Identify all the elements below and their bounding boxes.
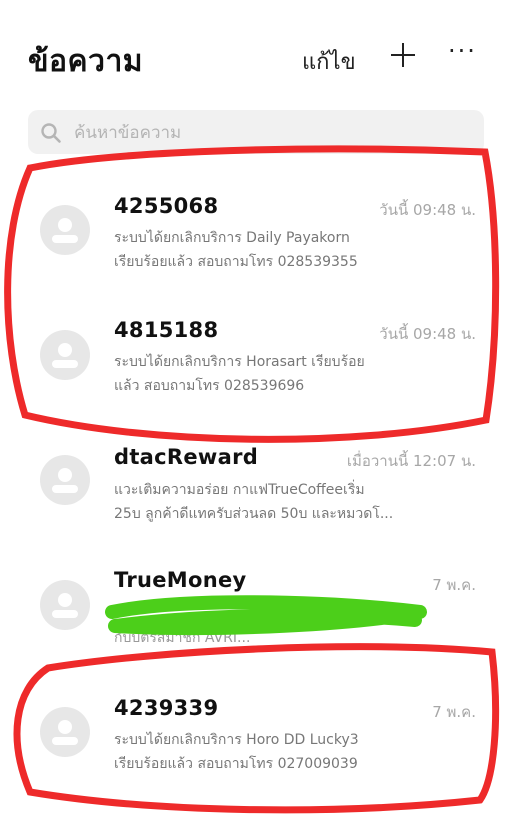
list-item[interactable]: TrueMoney 7 พ.ค. กับบัตรสมาชิก AVRI...: [0, 546, 512, 670]
message-time: วันนี้ 09:48 น.: [379, 201, 476, 219]
person-icon: [52, 468, 78, 493]
message-preview-line: ระบบได้ยกเลิกบริการ Horo DD Lucky3: [114, 732, 359, 748]
edit-button[interactable]: แก้ไข: [302, 44, 356, 79]
list-item[interactable]: dtacReward เมื่อวานนี้ 12:07 น. แวะเติมค…: [0, 420, 512, 544]
avatar: [40, 707, 90, 757]
message-time: 7 พ.ค.: [432, 576, 476, 594]
person-icon: [52, 218, 78, 243]
message-preview-line: ระบบได้ยกเลิกบริการ Horasart เรียบร้อย: [114, 354, 365, 370]
message-preview-line: เรียบร้อยแล้ว สอบถามโทร 028539355: [114, 254, 358, 270]
message-sender: TrueMoney: [114, 568, 247, 592]
more-options-icon[interactable]: ···: [448, 39, 484, 68]
avatar: [40, 330, 90, 380]
message-sender: dtacReward: [114, 445, 259, 469]
list-item[interactable]: 4255068 วันนี้ 09:48 น. ระบบได้ยกเลิกบริ…: [0, 170, 512, 294]
message-sender: 4815188: [114, 318, 219, 342]
person-icon: [52, 343, 78, 368]
message-preview-line: ระบบได้ยกเลิกบริการ Daily Payakorn: [114, 230, 350, 246]
list-item[interactable]: 4239339 7 พ.ค. ระบบได้ยกเลิกบริการ Horo …: [0, 672, 512, 796]
message-time: เมื่อวานนี้ 12:07 น.: [346, 452, 476, 470]
avatar: [40, 580, 90, 630]
search-input[interactable]: [72, 118, 476, 148]
page-title: ข้อความ: [28, 44, 144, 79]
avatar: [40, 205, 90, 255]
person-icon: [52, 593, 78, 618]
search-bar[interactable]: [28, 110, 484, 154]
search-icon: [41, 123, 61, 143]
message-preview-line: กับบัตรสมาชิก AVRI...: [114, 630, 251, 646]
message-sender: 4255068: [114, 194, 219, 218]
message-preview-line: แล้ว สอบถามโทร 028539696: [114, 378, 305, 394]
message-preview-line: แวะเติมความอร่อย กาแฟTrueCoffeeเริ่ม: [114, 482, 365, 498]
message-preview-line: 25บ ลูกค้าดีแทครับส่วนลด 50บ และหมวดโ...: [114, 506, 394, 522]
message-preview-line: เรียบร้อยแล้ว สอบถามโทร 027009039: [114, 756, 358, 772]
list-item[interactable]: 4815188 วันนี้ 09:48 น. ระบบได้ยกเลิกบริ…: [0, 294, 512, 418]
person-icon: [52, 720, 78, 745]
header-bar: ข้อความ แก้ไข ···: [0, 0, 512, 110]
message-time: 7 พ.ค.: [432, 703, 476, 721]
message-sender: 4239339: [114, 696, 219, 720]
plus-icon[interactable]: [390, 42, 416, 68]
message-time: วันนี้ 09:48 น.: [379, 325, 476, 343]
avatar: [40, 455, 90, 505]
